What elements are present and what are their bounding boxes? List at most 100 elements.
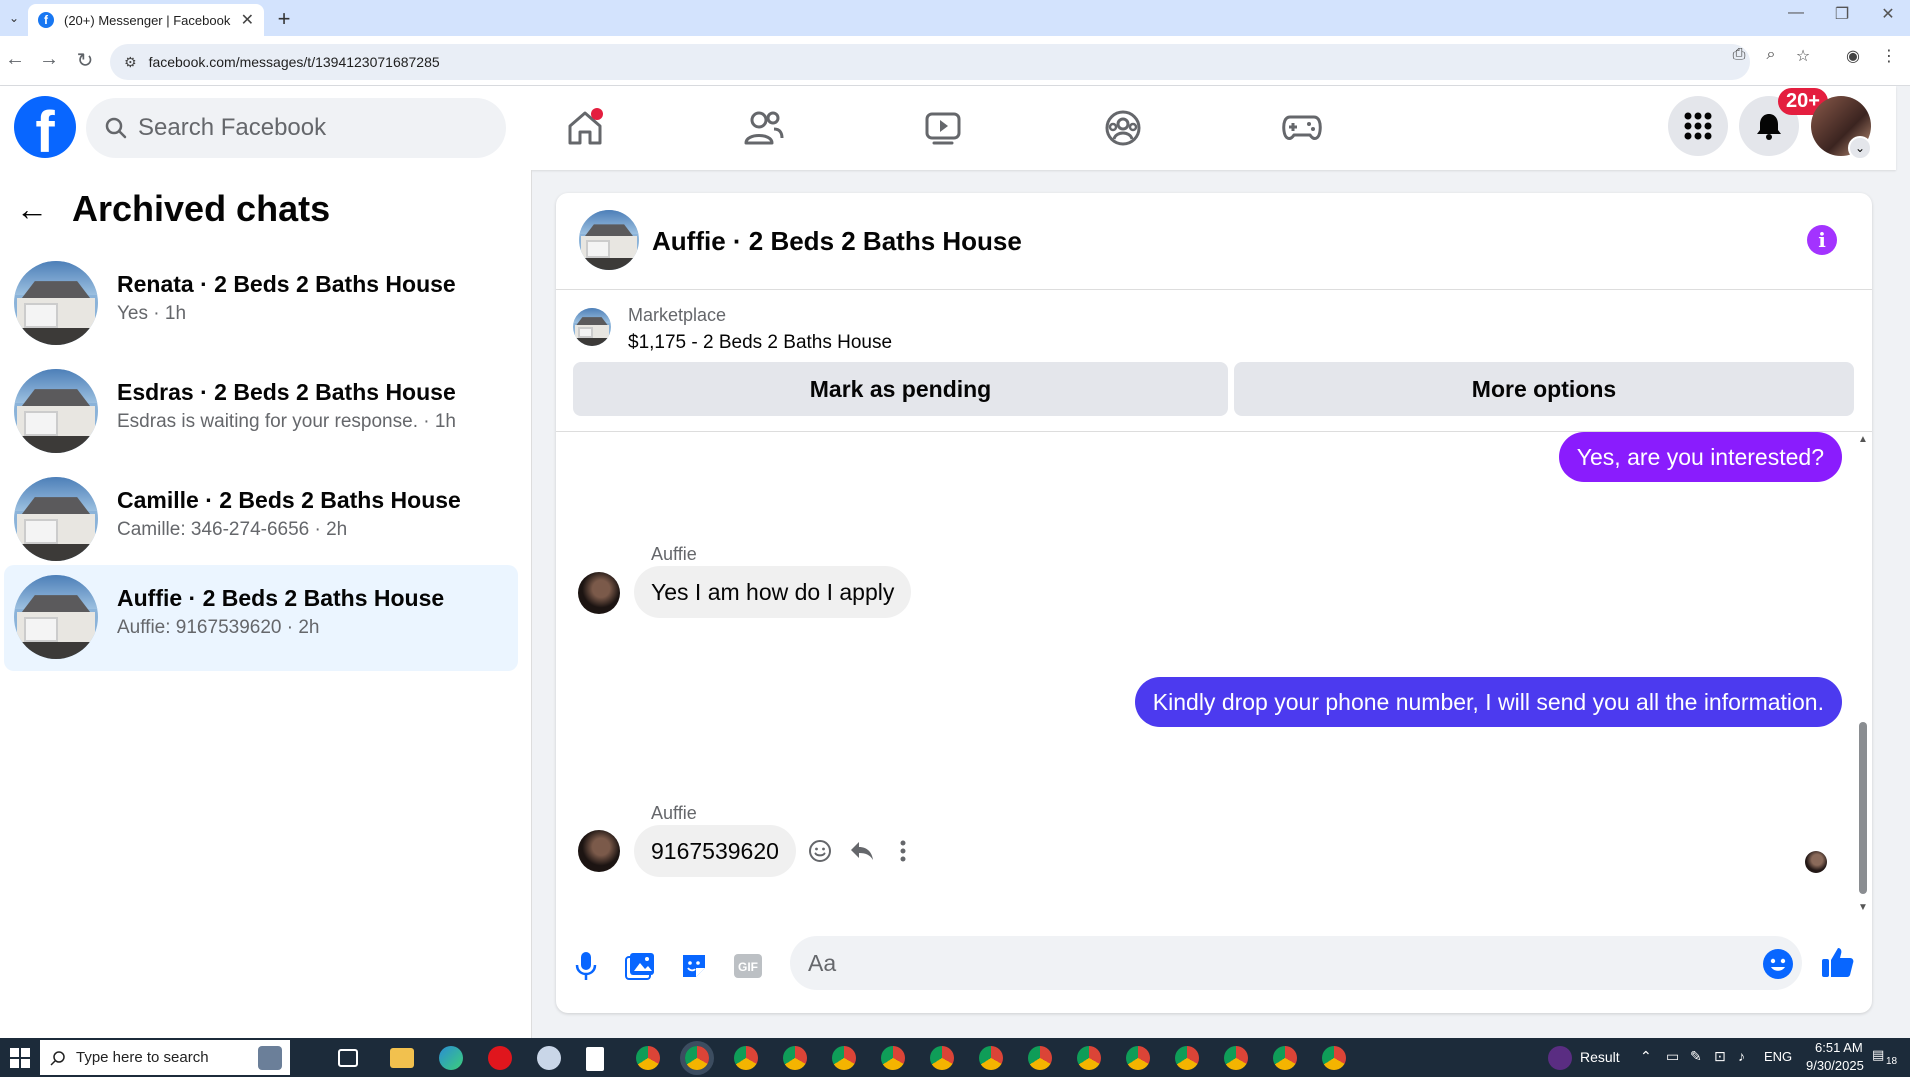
nav-home[interactable] — [555, 102, 615, 154]
close-window-icon[interactable]: ✕ — [1868, 4, 1908, 24]
chrome-icon[interactable] — [979, 1046, 1003, 1070]
premier-league-icon[interactable] — [1548, 1046, 1572, 1070]
reload-icon[interactable]: ↻ — [72, 48, 98, 73]
outgoing-message[interactable]: Yes, are you interested? — [1558, 432, 1842, 482]
more-options-button[interactable]: More options — [1234, 362, 1854, 416]
network-icon[interactable]: ⊡ — [1714, 1048, 1726, 1065]
voice-clip-button[interactable] — [568, 948, 604, 984]
back-arrow-icon[interactable]: ← — [2, 48, 28, 71]
conversation-thumbnail[interactable] — [579, 210, 639, 270]
chat-list-item[interactable]: Esdras · 2 Beds 2 Baths House Esdras is … — [4, 359, 518, 465]
chrome-icon[interactable] — [636, 1046, 660, 1070]
bookmark-star-icon[interactable]: ☆ — [1790, 46, 1816, 66]
chat-list-item[interactable]: Renata · 2 Beds 2 Baths House Yes · 1h — [4, 251, 518, 357]
clock-time[interactable]: 6:51 AM — [1815, 1040, 1863, 1055]
opera-icon[interactable] — [488, 1046, 512, 1070]
restore-window-icon[interactable]: ❐ — [1822, 4, 1862, 24]
search-icon — [50, 1050, 65, 1066]
account-chevron-down-icon[interactable]: ⌄ — [1848, 136, 1872, 160]
chrome-icon[interactable] — [1175, 1046, 1199, 1070]
widget-result-label[interactable]: Result — [1580, 1049, 1620, 1065]
input-language[interactable]: ENG — [1764, 1049, 1792, 1064]
chrome-icon[interactable] — [783, 1046, 807, 1070]
incoming-message[interactable]: 9167539620 — [634, 825, 796, 877]
app-icon[interactable] — [537, 1046, 561, 1070]
notification-count: 18 — [1886, 1056, 1898, 1067]
back-arrow-icon[interactable]: ← — [16, 191, 48, 228]
nav-groups[interactable] — [1093, 102, 1153, 154]
chrome-icon[interactable] — [930, 1046, 954, 1070]
show-hidden-icons-chevron-icon[interactable]: ⌃ — [1640, 1048, 1652, 1065]
tray-app-icon[interactable]: ▭ — [1666, 1048, 1679, 1065]
chat-list-item-selected[interactable]: Auffie · 2 Beds 2 Baths House Auffie: 91… — [4, 565, 518, 671]
message-scrollbar[interactable]: ▲ ▼ — [1856, 432, 1870, 920]
profile-icon[interactable]: ◉ — [1840, 46, 1866, 66]
pen-icon[interactable]: ✎ — [1690, 1048, 1702, 1065]
browser-menu-icon[interactable]: ⋮ — [1876, 46, 1902, 66]
tab-search-chevron-icon[interactable]: ⌄ — [4, 8, 24, 28]
site-info-icon[interactable]: ⚙ — [124, 54, 137, 71]
chrome-icon[interactable] — [1273, 1046, 1297, 1070]
address-bar[interactable]: ⚙ facebook.com/messages/t/13941230716872… — [110, 44, 1750, 80]
incoming-message[interactable]: Yes I am how do I apply — [634, 566, 912, 618]
menu-button[interactable] — [1668, 96, 1728, 156]
conversation-title[interactable]: Auffie · 2 Beds 2 Baths House — [652, 226, 1022, 257]
nav-gaming[interactable] — [1272, 102, 1332, 154]
file-explorer-icon[interactable] — [390, 1048, 414, 1068]
message-input[interactable] — [790, 936, 1802, 990]
facebook-search-input[interactable]: Search Facebook — [86, 98, 506, 158]
message-list[interactable]: Yes, are you interested? Auffie Yes I am… — [556, 432, 1872, 920]
more-actions-button[interactable] — [886, 834, 920, 868]
attach-photo-button[interactable] — [622, 948, 658, 984]
listing-title[interactable]: $1,175 - 2 Beds 2 Baths House — [628, 332, 892, 354]
close-tab-icon[interactable]: ✕ — [241, 10, 254, 30]
chrome-icon[interactable] — [881, 1046, 905, 1070]
sticker-button[interactable] — [676, 948, 712, 984]
chrome-icon[interactable] — [1224, 1046, 1248, 1070]
bell-icon — [1757, 114, 1781, 140]
action-center-icon[interactable]: ▤ — [1872, 1047, 1884, 1063]
send-like-button[interactable] — [1820, 944, 1856, 980]
scrollbar-thumb[interactable] — [1859, 722, 1867, 894]
volume-icon[interactable]: ♪ — [1738, 1048, 1745, 1064]
house-listing-thumbnail — [14, 369, 98, 453]
chrome-icon[interactable] — [1322, 1046, 1346, 1070]
chrome-icon[interactable] — [1077, 1046, 1101, 1070]
new-tab-plus-icon[interactable]: + — [272, 6, 296, 32]
forward-arrow-icon[interactable]: → — [36, 48, 62, 71]
gif-button[interactable]: GIF — [730, 948, 766, 984]
minimize-window-icon[interactable]: — — [1776, 4, 1816, 22]
reply-button[interactable] — [845, 834, 879, 868]
start-windows-icon[interactable] — [10, 1048, 30, 1068]
photo-gallery-icon — [625, 953, 654, 980]
zoom-icon[interactable]: ⌕ — [1758, 46, 1784, 64]
cortana-icon[interactable] — [258, 1046, 282, 1070]
chat-list-item[interactable]: Camille · 2 Beds 2 Baths House Camille: … — [4, 467, 518, 573]
chrome-icon[interactable] — [1028, 1046, 1052, 1070]
nav-video[interactable] — [913, 102, 973, 154]
clock-date[interactable]: 9/30/2025 — [1806, 1058, 1864, 1073]
emoji-button[interactable] — [1762, 948, 1794, 980]
install-app-icon[interactable]: ⎙ — [1726, 46, 1752, 64]
sender-avatar[interactable] — [578, 830, 620, 872]
react-button[interactable] — [803, 834, 837, 868]
listing-thumbnail[interactable] — [573, 308, 611, 346]
mark-as-pending-button[interactable]: Mark as pending — [573, 362, 1228, 416]
chrome-icon[interactable] — [734, 1046, 758, 1070]
reply-arrow-icon — [851, 842, 873, 860]
sender-avatar[interactable] — [578, 572, 620, 614]
scroll-up-icon[interactable]: ▲ — [1858, 434, 1868, 445]
task-view-icon[interactable] — [338, 1049, 358, 1067]
taskbar-search-input[interactable]: Type here to search — [40, 1040, 290, 1075]
chrome-active-icon[interactable] — [685, 1046, 709, 1070]
nav-friends[interactable] — [734, 102, 794, 154]
chrome-icon[interactable] — [832, 1046, 856, 1070]
info-icon[interactable]: i — [1807, 225, 1837, 255]
chrome-icon[interactable] — [1126, 1046, 1150, 1070]
facebook-logo-icon[interactable]: f — [14, 96, 76, 158]
browser-tab-messenger[interactable]: f (20+) Messenger | Facebook ✕ — [28, 4, 264, 36]
edge-icon[interactable] — [439, 1046, 463, 1070]
notepad-icon[interactable] — [586, 1047, 604, 1071]
scroll-down-icon[interactable]: ▼ — [1858, 902, 1868, 913]
outgoing-message[interactable]: Kindly drop your phone number, I will se… — [1134, 677, 1842, 727]
